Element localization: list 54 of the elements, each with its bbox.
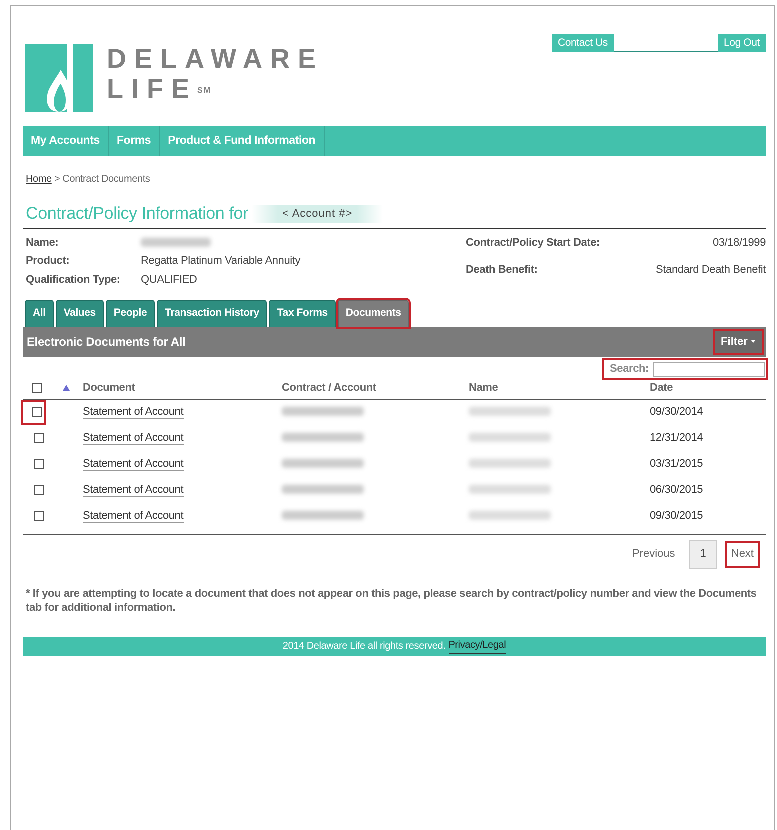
column-header[interactable]: Name [469, 382, 498, 394]
service-mark: SM [198, 86, 212, 95]
breadcrumb-link[interactable]: Home [26, 174, 52, 185]
checkbox[interactable] [34, 511, 44, 522]
field-value: Regatta Platinum Variable Annuity [141, 254, 301, 269]
column-header[interactable]: Document [83, 382, 136, 394]
table-cell-text: 09/30/2015 [650, 509, 704, 524]
checkbox[interactable] [32, 383, 42, 394]
tab[interactable]: People [106, 300, 156, 327]
document-link[interactable]: Statement of Account [83, 406, 184, 420]
breadcrumb-current: > Contract Documents [54, 174, 150, 185]
field-label: Name: [26, 236, 60, 250]
footnote: * If you are attempting to locate a document that does not appear on this page, please search by contract/policy number and view the Documents tab for additional information. [26, 586, 758, 615]
account-number: < Account #> [252, 204, 383, 223]
logo-wordmark: DELAWARE [107, 44, 324, 74]
tab[interactable]: Documents [338, 300, 410, 327]
document-link[interactable]: Statement of Account [83, 510, 184, 523]
table-cell: 09/30/2014 [650, 399, 766, 426]
document-link[interactable]: Statement of Account [83, 432, 184, 445]
field-value: Standard Death Benefit [655, 263, 766, 278]
privacy-link[interactable]: Privacy/Legal [448, 638, 506, 654]
sort-icon[interactable] [63, 385, 70, 392]
field-value: 03/18/1999 [712, 236, 766, 250]
logo-wordmark: LIFE [107, 74, 198, 104]
field-label: Contract/Policy Start Date: [466, 236, 601, 250]
redacted-value [141, 238, 211, 246]
checkbox[interactable] [32, 407, 42, 418]
page-button[interactable]: 1 [689, 540, 718, 569]
column-header[interactable]: Contract / Account [282, 382, 376, 394]
pagination-link[interactable]: Next [727, 543, 758, 566]
caret-icon [751, 340, 756, 344]
logo-icon [25, 44, 93, 112]
checkbox[interactable] [34, 459, 44, 470]
field-label: Death Benefit: [466, 263, 539, 278]
document-link[interactable]: Statement of Account [83, 484, 184, 497]
tab[interactable]: Tax Forms [269, 300, 336, 327]
document-link[interactable]: Statement of Account [83, 458, 184, 471]
tab[interactable]: Transaction History [157, 300, 268, 327]
field-label: Qualification Type: [26, 272, 122, 288]
table-cell-text: 06/30/2015 [650, 483, 704, 498]
checkbox[interactable] [34, 433, 44, 444]
field-label: Product: [26, 254, 71, 269]
filter-button[interactable]: Filter [715, 330, 762, 353]
panel-title: Electronic Documents for All [27, 334, 186, 351]
table-cell-text: 12/31/2014 [650, 431, 704, 446]
pagination-link[interactable]: Previous [628, 543, 680, 566]
checkbox[interactable] [34, 485, 44, 496]
copyright-text: 2014 Delaware Life all rights reserved. [282, 640, 446, 654]
column-header[interactable]: Date [650, 382, 674, 394]
field-value: QUALIFIED [141, 272, 198, 288]
tab[interactable]: All [25, 300, 54, 327]
table-cell-text: 03/31/2015 [650, 457, 704, 472]
page-title: Contract/Policy Information for [26, 203, 248, 225]
tab[interactable]: Values [56, 300, 104, 327]
